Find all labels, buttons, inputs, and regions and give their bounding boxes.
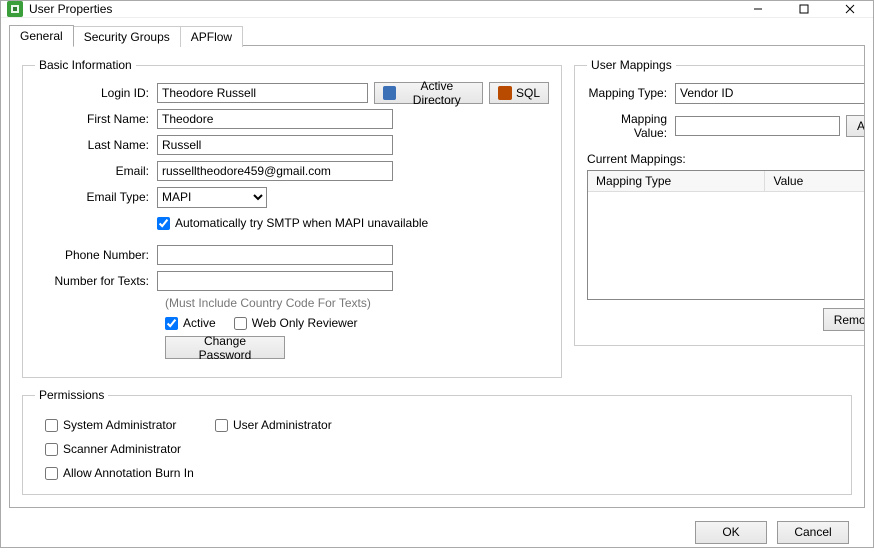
texts-number-label: Number for Texts: (35, 274, 157, 288)
ok-button[interactable]: OK (695, 521, 767, 544)
current-mappings-label: Current Mappings: (587, 152, 865, 166)
change-password-button[interactable]: Change Password (165, 336, 285, 359)
titlebar: User Properties (1, 1, 873, 18)
mappings-table-header: Mapping Type Value (588, 171, 865, 192)
allow-annotation-burn-in-label: Allow Annotation Burn In (63, 466, 194, 480)
auto-smtp-label: Automatically try SMTP when MAPI unavail… (175, 216, 428, 230)
email-type-select[interactable]: MAPI (157, 187, 267, 208)
tab-apflow[interactable]: APFlow (180, 26, 243, 47)
permissions-legend: Permissions (35, 388, 108, 402)
tab-general[interactable]: General (9, 25, 74, 46)
user-administrator-checkbox[interactable]: User Administrator (215, 418, 415, 432)
permissions-group: Permissions System Administrator User Ad… (22, 388, 852, 495)
active-directory-button[interactable]: Active Directory (374, 82, 483, 104)
maximize-button[interactable] (781, 1, 827, 17)
window-title: User Properties (29, 2, 112, 16)
user-administrator-checkbox-input[interactable] (215, 419, 228, 432)
dialog-footer: OK Cancel (9, 508, 865, 556)
app-icon (7, 1, 23, 17)
minimize-button[interactable] (735, 1, 781, 17)
mapping-add-label: Add (857, 119, 865, 133)
active-directory-button-label: Active Directory (400, 79, 474, 107)
basic-information-legend: Basic Information (35, 58, 136, 72)
system-administrator-label: System Administrator (63, 418, 176, 432)
mappings-col-value[interactable]: Value (765, 171, 865, 191)
sql-icon (498, 86, 512, 100)
mapping-type-label: Mapping Type: (587, 86, 675, 100)
mapping-remove-button[interactable]: Remove (823, 308, 865, 331)
cancel-button[interactable]: Cancel (777, 521, 849, 544)
email-type-label: Email Type: (35, 190, 157, 204)
mapping-add-button[interactable]: Add (846, 115, 865, 137)
phone-number-input[interactable] (157, 245, 393, 265)
last-name-label: Last Name: (35, 138, 157, 152)
active-directory-icon (383, 86, 395, 100)
mapping-value-label: Mapping Value: (587, 112, 675, 140)
tab-security-groups[interactable]: Security Groups (73, 26, 181, 47)
mappings-col-type[interactable]: Mapping Type (588, 171, 765, 191)
scanner-administrator-checkbox[interactable]: Scanner Administrator (45, 442, 205, 456)
window: User Properties General Security Groups … (0, 0, 874, 548)
email-input[interactable] (157, 161, 393, 181)
active-label: Active (183, 316, 216, 330)
web-only-label: Web Only Reviewer (252, 316, 358, 330)
allow-annotation-burn-in-checkbox-input[interactable] (45, 467, 58, 480)
active-checkbox[interactable]: Active (165, 316, 216, 330)
user-mappings-group: User Mappings Mapping Type: Vendor ID Ma… (574, 58, 865, 346)
first-name-label: First Name: (35, 112, 157, 126)
cancel-button-label: Cancel (794, 525, 831, 539)
email-label: Email: (35, 164, 157, 178)
mapping-type-select[interactable]: Vendor ID (675, 83, 865, 104)
user-mappings-legend: User Mappings (587, 58, 676, 72)
texts-number-input[interactable] (157, 271, 393, 291)
client-area: General Security Groups APFlow Basic Inf… (1, 18, 873, 556)
mapping-value-input[interactable] (675, 116, 840, 136)
last-name-input[interactable] (157, 135, 393, 155)
close-button[interactable] (827, 1, 873, 17)
scanner-administrator-checkbox-input[interactable] (45, 443, 58, 456)
first-name-input[interactable] (157, 109, 393, 129)
current-mappings-table[interactable]: Mapping Type Value (587, 170, 865, 300)
user-administrator-label: User Administrator (233, 418, 332, 432)
allow-annotation-burn-in-checkbox[interactable]: Allow Annotation Burn In (45, 466, 205, 480)
basic-information-group: Basic Information Login ID: Active Direc… (22, 58, 562, 378)
web-only-reviewer-checkbox[interactable]: Web Only Reviewer (234, 316, 358, 330)
sql-button-label: SQL (516, 86, 540, 100)
auto-smtp-checkbox-input[interactable] (157, 217, 170, 230)
texts-country-code-hint: (Must Include Country Code For Texts) (165, 296, 549, 310)
login-id-label: Login ID: (35, 86, 157, 100)
login-id-input[interactable] (157, 83, 368, 103)
mapping-remove-label: Remove (834, 313, 865, 327)
tab-panel-general: Basic Information Login ID: Active Direc… (9, 45, 865, 508)
window-controls (735, 1, 873, 17)
system-administrator-checkbox[interactable]: System Administrator (45, 418, 205, 432)
web-only-reviewer-checkbox-input[interactable] (234, 317, 247, 330)
active-checkbox-input[interactable] (165, 317, 178, 330)
change-password-label: Change Password (176, 334, 274, 362)
phone-number-label: Phone Number: (35, 248, 157, 262)
auto-smtp-checkbox[interactable]: Automatically try SMTP when MAPI unavail… (157, 216, 428, 230)
ok-button-label: OK (722, 525, 739, 539)
scanner-administrator-label: Scanner Administrator (63, 442, 181, 456)
tabstrip: General Security Groups APFlow (9, 24, 865, 46)
system-administrator-checkbox-input[interactable] (45, 419, 58, 432)
sql-button[interactable]: SQL (489, 82, 549, 104)
